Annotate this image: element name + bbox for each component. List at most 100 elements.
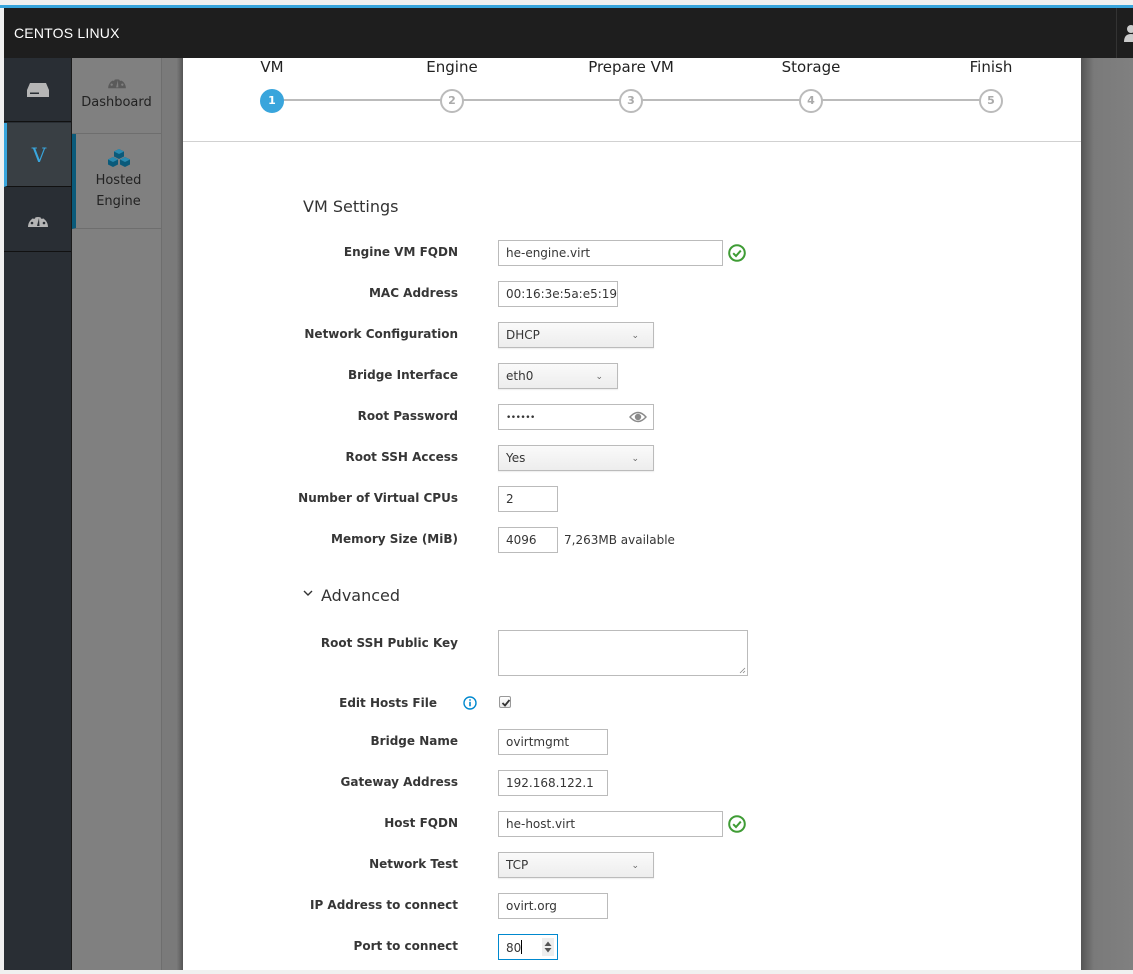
network-test-select[interactable]: TCP ⌄ [498, 852, 654, 878]
host-fqdn-row: Host FQDN he-host.virt [183, 811, 1081, 837]
root-password-input[interactable]: •••••• [498, 404, 654, 430]
engine-fqdn-input[interactable]: he-engine.virt [498, 240, 723, 266]
bridge-name-row: Bridge Name ovirtmgmt [183, 729, 1081, 755]
user-icon[interactable] [1124, 24, 1133, 42]
chevron-down-icon: ⌄ [631, 331, 639, 341]
chevron-down-icon: ⌄ [631, 454, 639, 464]
gateway-label: Gateway Address [340, 775, 458, 789]
network-test-row: Network Test TCP ⌄ [183, 852, 1081, 878]
edit-hosts-label: Edit Hosts File [339, 696, 437, 710]
bridge-name-input[interactable]: ovirtmgmt [498, 729, 608, 755]
ssh-key-label: Root SSH Public Key [320, 636, 458, 650]
info-icon[interactable] [463, 696, 477, 710]
memory-row: Memory Size (MiB) 4096 7,263MB available [183, 527, 1081, 553]
selected-value: DHCP [506, 328, 540, 342]
nav-dashboard-secondary[interactable]: Dashboard [72, 58, 161, 134]
navbar-divider [1116, 8, 1117, 58]
memory-label: Memory Size (MiB) [331, 532, 458, 546]
step-vm[interactable]: VM 1 [202, 58, 342, 113]
ip-to-connect-label: IP Address to connect [309, 898, 458, 912]
network-config-row: Network Configuration DHCP ⌄ [183, 322, 1081, 348]
nav-hosted-engine[interactable]: Hosted Engine [72, 134, 161, 229]
nav-label-hosted: Hosted [95, 173, 142, 188]
selected-value: TCP [506, 858, 529, 872]
mac-address-row: MAC Address 00:16:3e:5a:e5:19 [183, 281, 1081, 307]
step-label: Storage [781, 58, 841, 76]
password-mask: •••••• [506, 413, 535, 423]
chevron-down-icon [303, 590, 313, 596]
chevron-down-icon: ⌄ [595, 372, 603, 382]
root-password-row: Root Password •••••• [183, 404, 1081, 430]
ssh-key-textarea[interactable] [498, 630, 748, 676]
section-title: VM Settings [303, 197, 399, 216]
window-bottom-edge [0, 970, 1133, 974]
mac-address-label: MAC Address [368, 286, 458, 300]
root-ssh-access-label: Root SSH Access [345, 450, 458, 464]
wizard-steps: VM 1 Engine 2 Prepare VM 3 Storage 4 Fin… [183, 58, 1081, 142]
nav-ovirt[interactable]: V [4, 123, 71, 187]
step-number: 3 [619, 89, 643, 113]
vcpus-label: Number of Virtual CPUs [298, 491, 458, 505]
wizard-dialog: VM 1 Engine 2 Prepare VM 3 Storage 4 Fin… [183, 58, 1081, 970]
bridge-interface-select[interactable]: eth0 ⌄ [498, 363, 618, 389]
step-prepare-vm[interactable]: Prepare VM 3 [561, 58, 701, 113]
nav-label-engine: Engine [96, 194, 141, 209]
step-storage[interactable]: Storage 4 [741, 58, 881, 113]
port-value: 80 [506, 941, 522, 955]
bridge-interface-label: Bridge Interface [347, 368, 458, 382]
server-icon [26, 82, 49, 97]
vcpus-input[interactable]: 2 [498, 486, 558, 512]
root-ssh-access-row: Root SSH Access Yes ⌄ [183, 445, 1081, 471]
bridge-name-label: Bridge Name [370, 734, 458, 748]
selected-value: eth0 [506, 369, 534, 383]
network-config-label: Network Configuration [304, 327, 458, 341]
advanced-title: Advanced [321, 586, 401, 605]
secondary-nav: Dashboard Hosted Engine [72, 58, 162, 970]
primary-nav: V [4, 58, 72, 970]
step-number: 1 [260, 89, 284, 113]
top-navbar: CENTOS LINUX [4, 8, 1133, 58]
gateway-row: Gateway Address 192.168.122.1 [183, 770, 1081, 796]
spinner-arrows-icon[interactable] [542, 938, 554, 956]
check-circle-icon [728, 244, 746, 262]
step-number: 2 [440, 89, 464, 113]
eye-icon[interactable] [629, 411, 647, 423]
checkmark-icon [501, 699, 511, 707]
brand-title: CENTOS LINUX [14, 25, 120, 41]
check-circle-icon [728, 815, 746, 833]
host-fqdn-label: Host FQDN [384, 816, 458, 830]
nav-dashboard[interactable] [4, 188, 71, 252]
nav-host[interactable] [4, 58, 71, 122]
step-number: 5 [979, 89, 1003, 113]
selected-value: Yes [506, 451, 526, 465]
step-finish[interactable]: Finish 5 [921, 58, 1061, 113]
root-password-label: Root Password [357, 409, 458, 423]
resize-grip-icon[interactable] [738, 666, 746, 674]
root-ssh-access-select[interactable]: Yes ⌄ [498, 445, 654, 471]
port-spinner[interactable]: 80 [498, 934, 558, 960]
step-engine[interactable]: Engine 2 [382, 58, 522, 113]
chevron-down-icon: ⌄ [631, 861, 639, 871]
memory-input[interactable]: 4096 [498, 527, 558, 553]
ip-to-connect-input[interactable]: ovirt.org [498, 893, 608, 919]
bridge-interface-row: Bridge Interface eth0 ⌄ [183, 363, 1081, 389]
ip-to-connect-row: IP Address to connect ovirt.org [183, 893, 1081, 919]
ovirt-v-logo: V [31, 142, 47, 167]
engine-fqdn-label: Engine VM FQDN [343, 245, 458, 259]
nav-label-dashboard: Dashboard [81, 95, 152, 110]
panel-shadow [162, 58, 183, 970]
step-label: Finish [969, 58, 1013, 76]
gateway-input[interactable]: 192.168.122.1 [498, 770, 608, 796]
step-number: 4 [799, 89, 823, 113]
host-fqdn-input[interactable]: he-host.virt [498, 811, 723, 837]
step-label: Prepare VM [588, 58, 674, 76]
cubes-icon [107, 149, 130, 167]
backdrop-right [1081, 58, 1133, 970]
mac-address-input[interactable]: 00:16:3e:5a:e5:19 [498, 281, 618, 307]
network-config-select[interactable]: DHCP ⌄ [498, 322, 654, 348]
edit-hosts-row: Edit Hosts File [183, 694, 1081, 720]
advanced-toggle[interactable]: Advanced [303, 586, 400, 605]
dashboard-icon [107, 76, 126, 89]
port-row: Port to connect 80 [183, 934, 1081, 960]
edit-hosts-checkbox[interactable] [499, 696, 511, 708]
